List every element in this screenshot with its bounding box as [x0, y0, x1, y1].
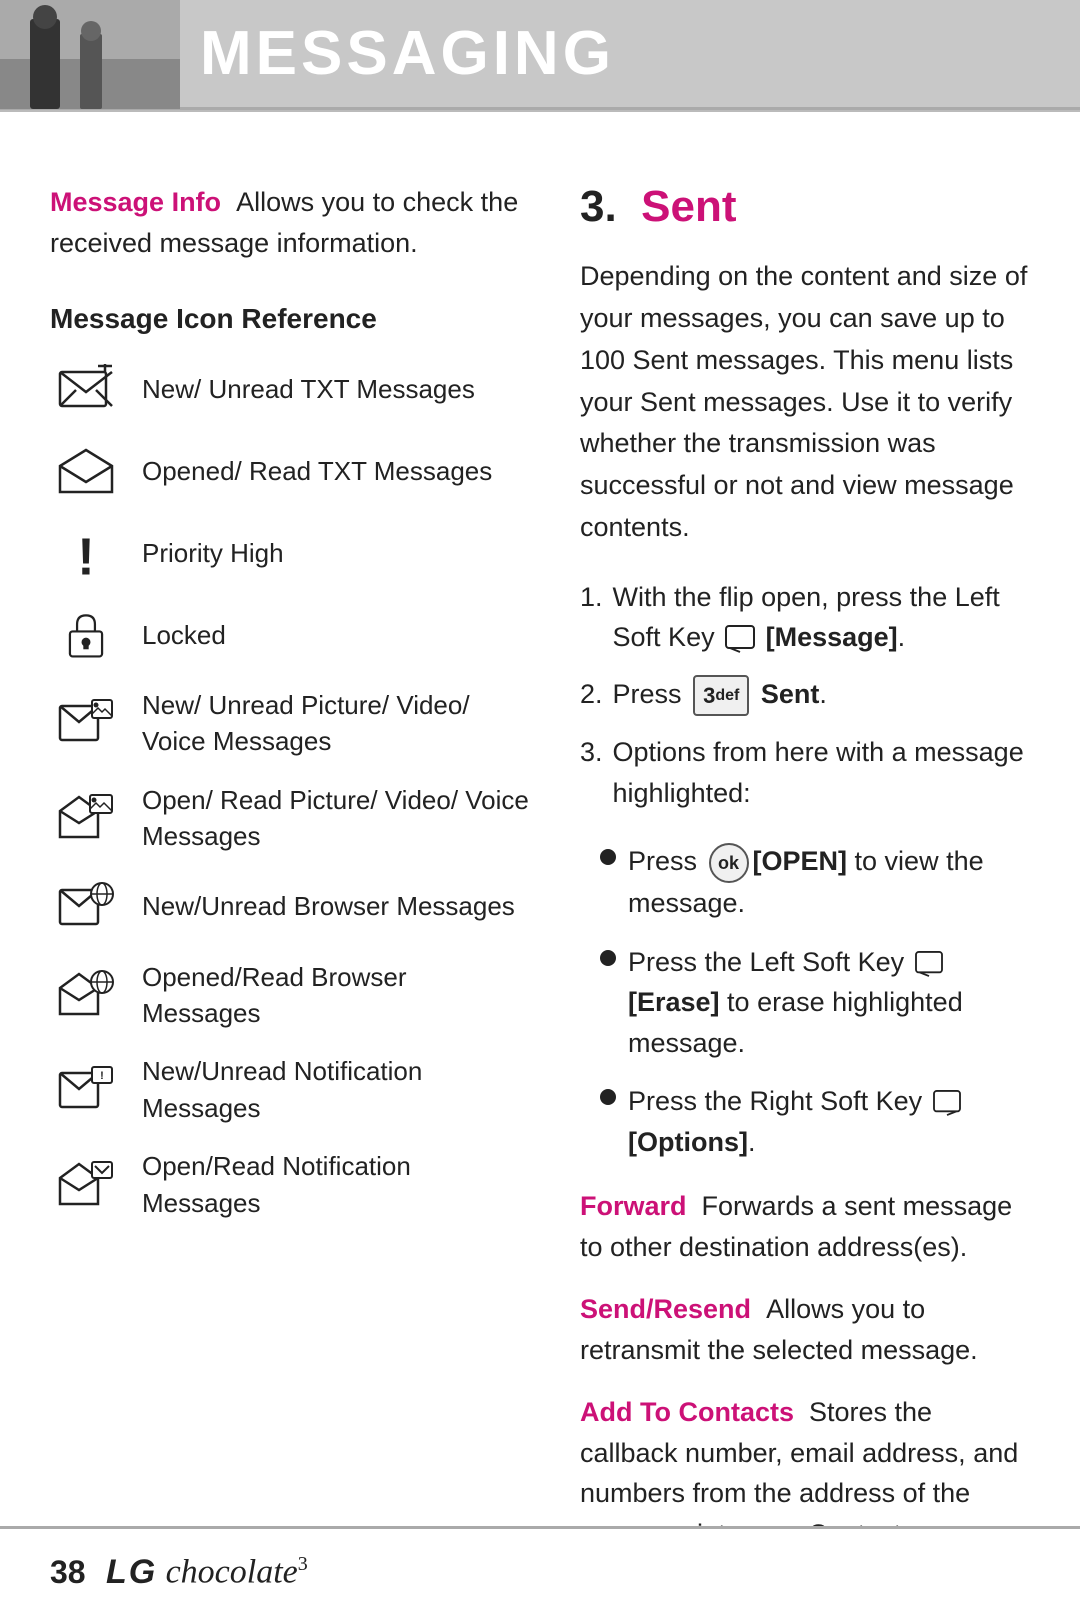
envelope-notification-open-icon: [58, 1160, 114, 1210]
envelope-picture-new-icon: [58, 698, 114, 748]
ok-button-icon: ok: [709, 843, 749, 883]
key-3-badge: 3def: [693, 675, 749, 716]
opened-read-browser-icon: [50, 965, 122, 1025]
priority-high-icon: !: [50, 523, 122, 583]
right-soft-key-icon: [933, 1090, 961, 1116]
bullet-list: Press ok[OPEN] to view the message. Pres…: [580, 841, 1030, 1162]
bullet-dot: [600, 950, 616, 966]
envelope-browser-open-icon: [58, 970, 114, 1020]
step-number-3: 3.: [580, 732, 603, 813]
left-soft-key-icon: [915, 951, 943, 977]
list-item: ! Priority High: [50, 523, 530, 583]
new-unread-notification-icon: !: [50, 1060, 122, 1120]
open-read-picture-label: Open/ Read Picture/ Video/ Voice Message…: [142, 782, 530, 855]
locked-label: Locked: [142, 617, 226, 653]
envelope-open-icon: [58, 446, 114, 496]
page-title: MESSAGING: [180, 18, 615, 89]
send-resend-info-block: Send/Resend Allows you to retransmit the…: [580, 1289, 1030, 1370]
list-item: Opened/Read Browser Messages: [50, 959, 530, 1032]
list-item: Open/Read Notification Messages: [50, 1148, 530, 1221]
header-divider: [0, 110, 1080, 112]
message-info-section: Message Info Allows you to check the rec…: [50, 182, 530, 263]
new-unread-browser-label: New/Unread Browser Messages: [142, 888, 515, 924]
page-header: MESSAGING: [0, 0, 1080, 110]
message-info-label: Message Info: [50, 187, 221, 217]
step-3-text: Options from here with a message highlig…: [613, 732, 1030, 813]
envelope-picture-open-icon: [58, 793, 114, 843]
send-resend-label: Send/Resend: [580, 1294, 751, 1324]
list-item: Press ok[OPEN] to view the message.: [600, 841, 1030, 923]
new-unread-txt-icon: [50, 359, 122, 419]
list-item: 3. Options from here with a message high…: [580, 732, 1030, 813]
list-item: Press the Right Soft Key [Options].: [600, 1081, 1030, 1162]
open-read-notification-icon: [50, 1155, 122, 1215]
new-unread-browser-icon: [50, 877, 122, 937]
right-column: 3. Sent Depending on the content and siz…: [580, 182, 1030, 1576]
bullet-3-text: Press the Right Soft Key [Options].: [628, 1081, 1030, 1162]
brand-lg: LG: [106, 1551, 156, 1595]
svg-text:!: !: [77, 528, 94, 578]
list-item: New/ Unread Picture/ Video/ Voice Messag…: [50, 687, 530, 760]
lock-icon: [58, 610, 114, 660]
svg-text:LG: LG: [106, 1553, 156, 1587]
opened-read-txt-label: Opened/ Read TXT Messages: [142, 453, 492, 489]
bullet-1-text: Press ok[OPEN] to view the message.: [628, 841, 1030, 923]
open-read-notification-label: Open/Read Notification Messages: [142, 1148, 530, 1221]
step-number-1: 1.: [580, 577, 603, 658]
bullet-2-text: Press the Left Soft Key [Erase] to erase…: [628, 942, 1030, 1064]
opened-read-browser-label: Opened/Read Browser Messages: [142, 959, 530, 1032]
header-image: [0, 0, 180, 109]
bullet-dot: [600, 1089, 616, 1105]
list-item: New/ Unread TXT Messages: [50, 359, 530, 419]
new-unread-picture-icon: [50, 693, 122, 753]
steps-list: 1. With the flip open, press the Left So…: [580, 577, 1030, 813]
svg-text:!: !: [100, 1070, 104, 1082]
add-to-contacts-label: Add To Contacts: [580, 1397, 794, 1427]
list-item: Locked: [50, 605, 530, 665]
new-unread-picture-label: New/ Unread Picture/ Video/ Voice Messag…: [142, 687, 530, 760]
exclamation-icon: !: [61, 528, 111, 578]
forward-text: Forward Forwards a sent message to other…: [580, 1186, 1030, 1267]
brand-superscript: 3: [298, 1553, 308, 1575]
new-unread-txt-label: New/ Unread TXT Messages: [142, 371, 475, 407]
section-title-text: Sent: [641, 182, 736, 231]
lg-logo-icon: LG: [106, 1551, 156, 1587]
brand-product-name: chocolate3: [166, 1553, 308, 1591]
step-1-text: With the flip open, press the Left Soft …: [613, 577, 1030, 658]
icon-reference-section: Message Icon Reference: [50, 303, 530, 1221]
icon-reference-heading: Message Icon Reference: [50, 303, 530, 335]
left-soft-key-icon: [725, 625, 755, 653]
list-item: Opened/ Read TXT Messages: [50, 441, 530, 501]
list-item: Open/ Read Picture/ Video/ Voice Message…: [50, 782, 530, 855]
envelope-new-icon: [58, 364, 114, 414]
step-2-text: Press 3def Sent.: [613, 674, 827, 716]
list-item: Press the Left Soft Key [Erase] to erase…: [600, 942, 1030, 1064]
priority-high-label: Priority High: [142, 535, 284, 571]
step-number-2: 2.: [580, 674, 603, 716]
bullet-dot: [600, 849, 616, 865]
locked-icon: [50, 605, 122, 665]
forward-info-block: Forward Forwards a sent message to other…: [580, 1186, 1030, 1267]
list-item: 1. With the flip open, press the Left So…: [580, 577, 1030, 658]
page-footer: 38 LG chocolate3: [0, 1526, 1080, 1616]
section-title: 3. Sent: [580, 182, 1030, 232]
send-resend-text: Send/Resend Allows you to retransmit the…: [580, 1289, 1030, 1370]
list-item: New/Unread Browser Messages: [50, 877, 530, 937]
forward-label: Forward: [580, 1191, 687, 1221]
envelope-browser-new-icon: [58, 882, 114, 932]
left-column: Message Info Allows you to check the rec…: [50, 182, 530, 1576]
brand-logo: LG chocolate3: [106, 1551, 308, 1595]
list-item: ! New/Unread Notification Messages: [50, 1053, 530, 1126]
icon-table: New/ Unread TXT Messages Opened/ Read TX…: [50, 359, 530, 1221]
message-info-text: Message Info Allows you to check the rec…: [50, 182, 530, 263]
envelope-notification-new-icon: !: [58, 1065, 114, 1115]
page-number: 38: [50, 1554, 86, 1591]
new-unread-notification-label: New/Unread Notification Messages: [142, 1053, 530, 1126]
section-intro-text: Depending on the content and size of you…: [580, 256, 1030, 549]
list-item: 2. Press 3def Sent.: [580, 674, 1030, 716]
section-number: 3.: [580, 182, 617, 231]
open-read-picture-icon: [50, 788, 122, 848]
main-content: Message Info Allows you to check the rec…: [0, 142, 1080, 1616]
opened-read-txt-icon: [50, 441, 122, 501]
